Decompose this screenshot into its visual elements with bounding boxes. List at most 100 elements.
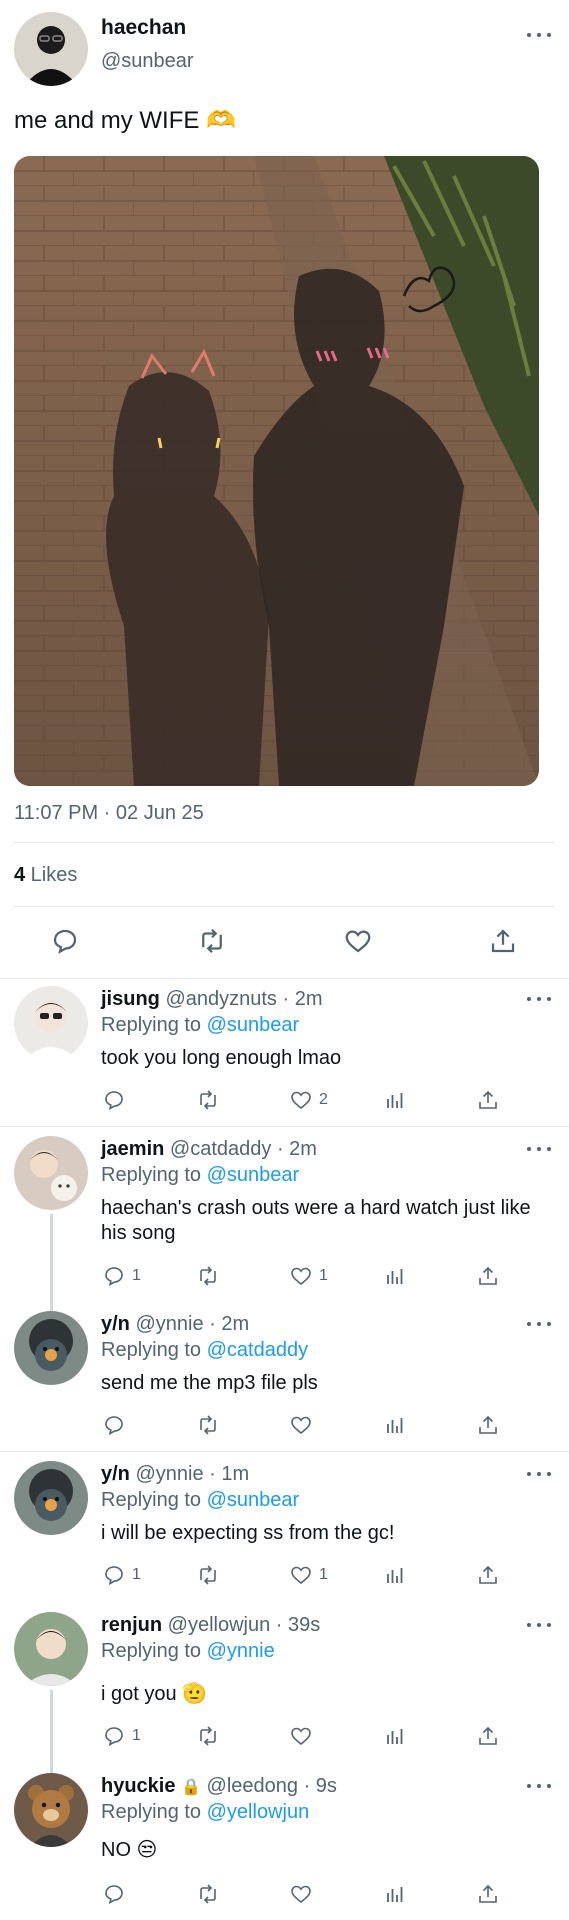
reply-button[interactable]: 1 — [102, 1563, 141, 1587]
share-button[interactable] — [476, 1882, 500, 1906]
reply-text: i got you 🫡 — [101, 1683, 208, 1705]
reply-author-name[interactable]: jaemin — [101, 1138, 164, 1160]
reply-button[interactable]: 1 — [102, 1724, 141, 1748]
reply-author-handle[interactable]: @ynnie · 1m — [130, 1463, 249, 1485]
replying-to-link[interactable]: @ynnie — [207, 1640, 275, 1662]
reply-author-name[interactable]: y/n — [101, 1463, 130, 1485]
share-button[interactable] — [476, 1264, 500, 1288]
like-icon — [291, 1566, 311, 1585]
like-button[interactable] — [289, 1882, 319, 1906]
tweet-photo[interactable] — [14, 156, 539, 786]
more-icon[interactable] — [527, 1620, 551, 1630]
likes-count[interactable]: 4 Likes — [14, 864, 77, 887]
divider — [0, 978, 569, 979]
like-icon[interactable] — [343, 926, 373, 956]
reply-icon[interactable] — [50, 926, 80, 956]
share-icon — [479, 1884, 497, 1903]
reply-text: send me the mp3 file pls — [101, 1372, 318, 1394]
views-button[interactable] — [383, 1413, 407, 1437]
more-icon[interactable] — [527, 30, 551, 40]
views-icon — [387, 1418, 403, 1433]
views-button[interactable] — [383, 1264, 407, 1288]
more-icon[interactable] — [527, 994, 551, 1004]
share-button[interactable] — [476, 1563, 500, 1587]
avatar[interactable] — [14, 986, 88, 1060]
share-icon[interactable] — [488, 926, 518, 956]
retweet-button[interactable] — [196, 1088, 220, 1112]
reply-button[interactable] — [102, 1413, 132, 1437]
views-button[interactable] — [383, 1724, 407, 1748]
share-button[interactable] — [476, 1413, 500, 1437]
avatar[interactable] — [14, 1461, 88, 1535]
divider — [14, 842, 555, 843]
replying-to-link[interactable]: @yellowjun — [207, 1801, 310, 1823]
reply-icon — [105, 1566, 123, 1586]
replying-to-link[interactable]: @sunbear — [207, 1489, 300, 1511]
views-button[interactable] — [383, 1088, 407, 1112]
tweet-text: me and my WIFE 🫶 — [14, 107, 236, 134]
views-icon — [387, 1269, 403, 1284]
retweet-button[interactable] — [196, 1724, 220, 1748]
retweet-icon — [200, 1415, 216, 1435]
retweet-icon[interactable] — [197, 926, 227, 956]
author-handle[interactable]: @sunbear — [101, 50, 194, 73]
avatar[interactable] — [14, 1773, 88, 1847]
like-icon — [291, 1727, 311, 1746]
author-name[interactable]: haechan — [101, 16, 186, 40]
avatar[interactable] — [14, 12, 88, 86]
retweet-button[interactable] — [196, 1563, 220, 1587]
tweet-timestamp: 11:07 PM · 02 Jun 25 — [14, 802, 204, 824]
reply-text: i will be expecting ss from the gc! — [101, 1522, 395, 1544]
reply-author-handle[interactable]: @yellowjun · 39s — [162, 1614, 321, 1636]
avatar[interactable] — [14, 1136, 88, 1210]
retweet-button[interactable] — [196, 1264, 220, 1288]
reply-icon — [105, 1727, 123, 1747]
share-icon — [479, 1726, 497, 1745]
replying-to-link[interactable]: @sunbear — [207, 1164, 300, 1186]
more-icon[interactable] — [527, 1469, 551, 1479]
like-button[interactable] — [289, 1413, 319, 1437]
like-icon — [291, 1416, 311, 1435]
views-button[interactable] — [383, 1882, 407, 1906]
reply-author-name[interactable]: hyuckie — [101, 1775, 175, 1797]
reply-button[interactable] — [102, 1088, 132, 1112]
reply-author-name[interactable]: renjun — [101, 1614, 162, 1636]
reply-text: haechan's crash outs were a hard watch j… — [101, 1197, 531, 1244]
views-button[interactable] — [383, 1563, 407, 1587]
replying-to-link[interactable]: @catdaddy — [207, 1339, 308, 1361]
divider — [14, 906, 555, 907]
like-button[interactable] — [289, 1724, 319, 1748]
more-icon[interactable] — [527, 1144, 551, 1154]
retweet-button[interactable] — [196, 1882, 220, 1906]
views-icon — [387, 1568, 403, 1583]
reply-button[interactable] — [102, 1882, 132, 1906]
share-button[interactable] — [476, 1088, 500, 1112]
more-icon[interactable] — [527, 1319, 551, 1329]
reply-button[interactable]: 1 — [102, 1264, 141, 1288]
reply-author-handle[interactable]: @andyznuts · 2m — [160, 988, 322, 1010]
more-icon[interactable] — [527, 1781, 551, 1791]
reply-icon — [105, 1091, 123, 1111]
reply-icon — [105, 1267, 123, 1287]
like-icon — [291, 1091, 311, 1110]
share-icon — [479, 1415, 497, 1434]
reply-text: took you long enough lmao — [101, 1047, 342, 1069]
replying-to-link[interactable]: @sunbear — [207, 1014, 300, 1036]
avatar[interactable] — [14, 1311, 88, 1385]
reply-icon — [105, 1416, 123, 1436]
reply-author-name[interactable]: y/n — [101, 1313, 130, 1335]
reply-author-handle[interactable]: @ynnie · 2m — [130, 1313, 249, 1335]
thread-line — [50, 1214, 53, 1316]
like-button[interactable]: 1 — [289, 1563, 328, 1587]
retweet-button[interactable] — [196, 1413, 220, 1437]
like-button[interactable]: 1 — [289, 1264, 328, 1288]
reply-author-handle[interactable]: @catdaddy · 2m — [164, 1138, 317, 1160]
share-icon — [479, 1266, 497, 1285]
like-button[interactable]: 2 — [289, 1088, 328, 1112]
share-icon — [479, 1565, 497, 1584]
reply-author-name[interactable]: jisung — [101, 988, 160, 1010]
share-button[interactable] — [476, 1724, 500, 1748]
avatar[interactable] — [14, 1612, 88, 1686]
reply-author-handle[interactable]: @leedong · 9s — [201, 1775, 337, 1797]
retweet-icon — [200, 1565, 216, 1585]
